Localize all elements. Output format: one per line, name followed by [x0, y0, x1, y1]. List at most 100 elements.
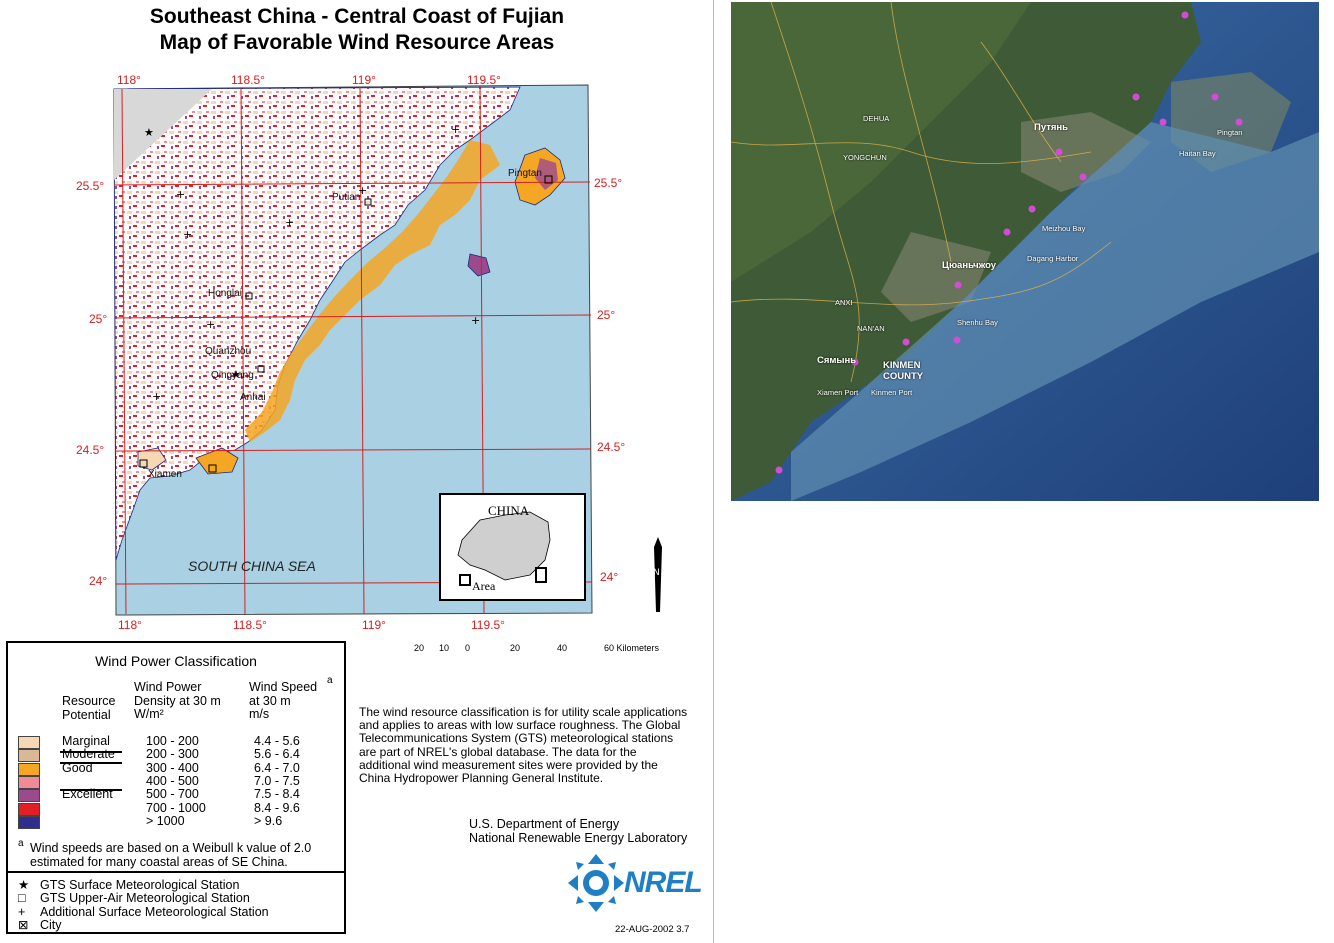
place-label-putian: Putian [332, 192, 361, 203]
bottom-lon-label: 118.5° [233, 618, 267, 632]
nrel-logo: NREL [566, 852, 703, 914]
legend-density: 400 - 500 [146, 773, 199, 788]
legend-speed: 8.4 - 9.6 [254, 800, 300, 815]
place-label-honglai: Honglai [208, 288, 242, 299]
legend-speed: 7.0 - 7.5 [254, 773, 300, 788]
satellite-map[interactable]: Путянь Цюаньчжоу Сямынь KINMEN COUNTY Ki… [731, 2, 1319, 501]
place-label-xiamen: Xiamen [148, 469, 182, 480]
sat-label-pingtan: Pingtan [1217, 128, 1243, 137]
right-lat-label: 25.5° [594, 176, 623, 190]
legend-density: 200 - 300 [146, 747, 199, 762]
place-label-pingtan: Pingtan [508, 168, 542, 179]
left-lat-label: 25° [89, 312, 108, 326]
symbol-label: City [40, 917, 62, 932]
legend-col-density: Wind Power Density at 30 m W/m² [134, 680, 221, 721]
agency-line1: U.S. Department of Energy [469, 817, 620, 831]
legend-col-speed: Wind Speed at 30 m m/s [249, 680, 318, 721]
legend-col-resource: Resource Potential [62, 694, 116, 722]
legend-density: 300 - 400 [146, 760, 199, 775]
sat-label-xiamen-port: Xiamen Port [817, 388, 859, 397]
symbol-label: GTS Surface Meteorological Station [40, 878, 240, 892]
symbol-glyph-icon: + [18, 904, 26, 919]
map-datestamp: 22-AUG-2002 3.7 [615, 924, 690, 935]
symbol-label: Additional Surface Meteorological Statio… [40, 904, 269, 919]
legend-speed: 6.4 - 7.0 [254, 760, 300, 775]
legend-density: 100 - 200 [146, 734, 199, 748]
svg-text:+: + [176, 188, 185, 201]
svg-text:+: + [471, 314, 480, 327]
sat-label-putian: Путянь [1034, 122, 1069, 133]
scale-label: 10 [439, 643, 450, 653]
legend-speed: > 9.6 [254, 813, 283, 828]
sat-label-quanzhou: Цюаньчжоу [942, 260, 997, 271]
sat-label-shenhu-bay: Shenhu Bay [957, 318, 998, 327]
svg-text:+: + [183, 228, 192, 241]
legend-color-swatch [18, 762, 40, 776]
symbol-glyph-icon: ★ [18, 878, 30, 892]
left-lat-label: 24° [89, 574, 108, 588]
legend-title: Wind Power Classification [95, 653, 257, 669]
wind-power-legend: Wind Power Classification Resource Poten… [6, 641, 346, 934]
panel-divider [713, 0, 714, 943]
top-lon-label: 119° [352, 73, 376, 87]
top-lon-label: 119.5° [467, 73, 501, 87]
right-lat-label: 24° [600, 570, 619, 584]
sea-label: SOUTH CHINA SEA [188, 558, 316, 574]
legend-potential: Marginal [62, 734, 110, 748]
legend-density: 700 - 1000 [146, 800, 206, 815]
sat-label-nanan: NAN'AN [857, 324, 885, 333]
sat-label-yongchun: YONGCHUN [843, 153, 887, 162]
sat-label-dagang-harbor: Dagang Harbor [1027, 254, 1079, 263]
legend-color-swatch [18, 802, 40, 816]
legend-speed: 4.4 - 5.6 [254, 734, 300, 748]
bottom-lon-label: 119° [362, 618, 386, 632]
speed-superscript: a [327, 675, 333, 686]
nrel-logo-text: NREL [624, 866, 703, 899]
svg-text:+: + [451, 123, 460, 136]
sat-label-anxi: ANXI [835, 298, 853, 307]
symbol-label: GTS Upper-Air Meteorological Station [40, 891, 250, 906]
place-label-anhai: Anhai [240, 392, 266, 403]
legend-color-swatch [18, 749, 40, 763]
legend-speed: 5.6 - 6.4 [254, 747, 300, 762]
svg-text:+: + [285, 216, 294, 229]
svg-text:+: + [152, 390, 161, 403]
sat-label-haitan-bay: Haitan Bay [1179, 149, 1216, 158]
symbol-glyph-icon: ⊠ [18, 917, 29, 932]
symbol-glyph-icon: □ [18, 891, 26, 906]
scale-label: 20 [414, 643, 425, 653]
right-lat-label: 25° [597, 308, 616, 322]
scale-label: 60 Kilometers [604, 643, 660, 653]
gts-surface-star-icon: ★ [144, 126, 154, 139]
left-lat-label: 24.5° [76, 443, 105, 457]
legend-footnote: Wind speeds are based on a Weibull k val… [30, 841, 312, 869]
sat-label-kinmen-port: Kinmen Port [871, 388, 913, 397]
north-arrow-icon: N [653, 537, 662, 612]
classification-note: The wind resource classification is for … [359, 705, 688, 786]
sat-label-kinmen: KINMEN COUNTY [883, 360, 924, 382]
legend-color-swatch [18, 736, 40, 749]
legend-density: > 1000 [146, 813, 185, 828]
legend-color-swatch [18, 789, 40, 803]
scale-label: 20 [510, 643, 521, 653]
legend-potential: Good [62, 760, 93, 775]
bottom-lon-label: 119.5° [471, 618, 505, 632]
legend-color-swatch [18, 815, 40, 829]
agency-line2: National Renewable Energy Laboratory [469, 831, 688, 845]
inset-area-label: Area [472, 579, 496, 593]
top-lon-label: 118.5° [231, 73, 265, 87]
bottom-lon-label: 118° [118, 618, 142, 632]
scale-label: 40 [557, 643, 568, 653]
sat-label-xiamen: Сямынь [817, 355, 857, 366]
legend-speed: 7.5 - 8.4 [254, 787, 300, 802]
legend-color-swatch [18, 775, 40, 789]
footnote-mark: a [18, 838, 24, 849]
svg-text:+: + [206, 318, 215, 331]
sat-label-dehua: DEHUA [863, 114, 890, 123]
right-lat-label: 24.5° [597, 440, 626, 454]
legend-density: 500 - 700 [146, 787, 199, 802]
place-label-quanzhou: Quanzhou [205, 346, 252, 357]
svg-text:N: N [653, 568, 660, 578]
left-lat-label: 25.5° [76, 179, 105, 193]
place-label-qingyang: Qingyang [211, 370, 254, 381]
